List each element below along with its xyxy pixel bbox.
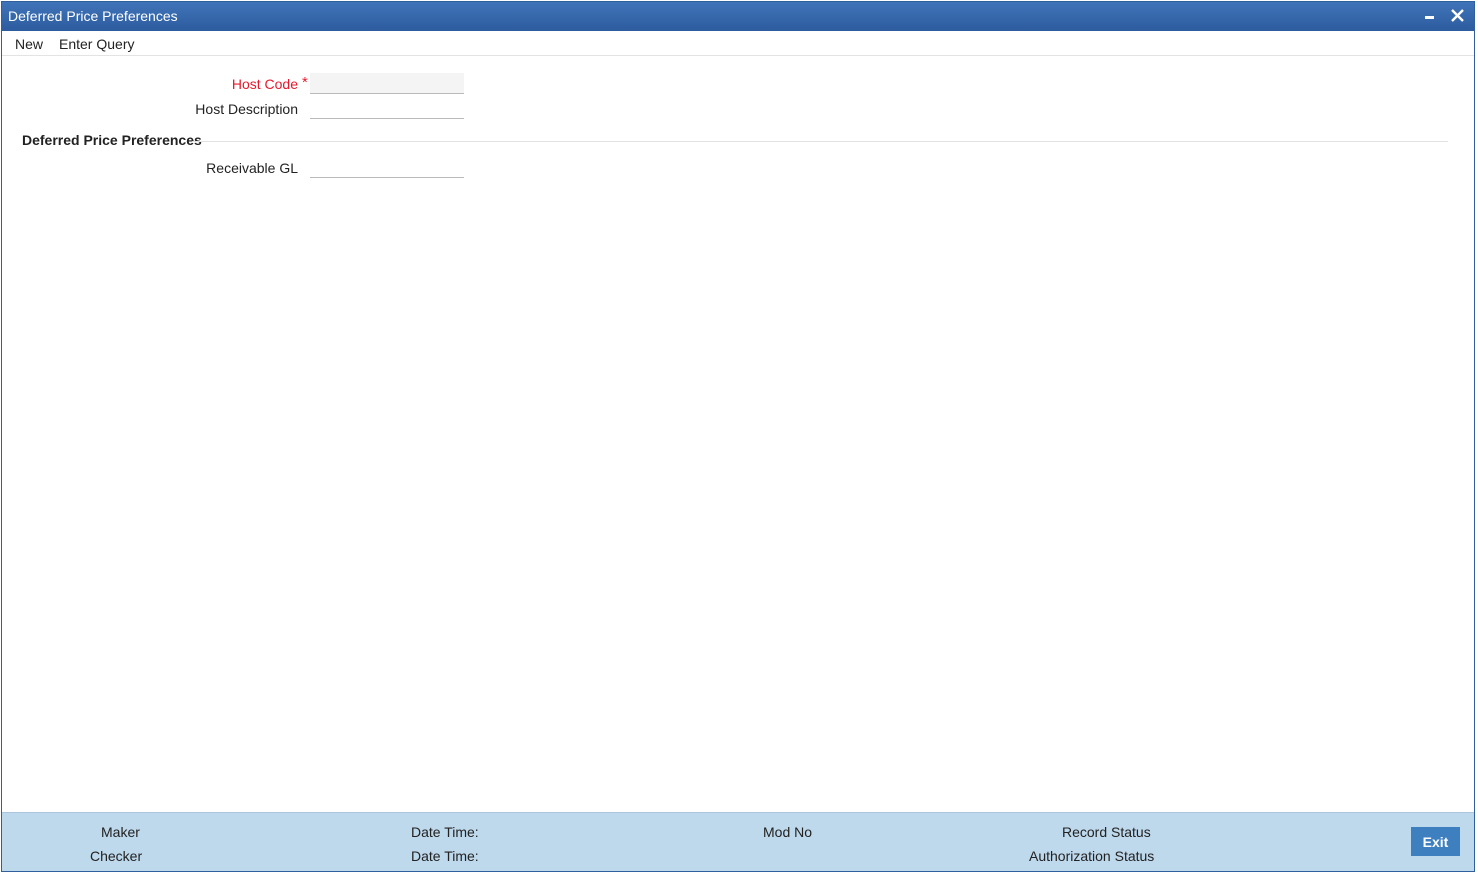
deferred-price-preferences-window: Deferred Price Preferences New Enter Que… [1, 1, 1475, 872]
close-icon[interactable] [1448, 6, 1468, 26]
maker-datetime-label: Date Time: [411, 824, 479, 840]
window-title: Deferred Price Preferences [8, 8, 178, 24]
host-description-input[interactable] [310, 98, 464, 119]
exit-button[interactable]: Exit [1411, 827, 1460, 856]
checker-label: Checker [90, 848, 143, 864]
host-description-label: Host Description [195, 101, 298, 117]
host-code-label: Host Code [231, 76, 298, 92]
audit-footer: Maker Checker Date Time: Date Time: Mod … [2, 812, 1474, 871]
checker-datetime-label: Date Time: [411, 848, 479, 864]
minimize-icon[interactable] [1420, 6, 1440, 26]
title-bar: Deferred Price Preferences [2, 2, 1474, 31]
maker-label: Maker [101, 824, 140, 840]
menu-bar: New Enter Query [2, 31, 1474, 56]
record-status-label: Record Status [1062, 824, 1151, 840]
mod-no-label: Mod No [763, 824, 813, 840]
section-divider [192, 141, 1448, 142]
receivable-gl-input[interactable] [310, 157, 464, 178]
authorization-status-label: Authorization Status [1029, 848, 1155, 864]
host-code-input[interactable] [310, 73, 464, 94]
enter-query-menu-item[interactable]: Enter Query [59, 36, 134, 52]
new-menu-item[interactable]: New [15, 36, 43, 52]
required-indicator: * [302, 74, 308, 91]
receivable-gl-label: Receivable GL [206, 160, 298, 176]
section-title: Deferred Price Preferences [22, 132, 202, 148]
